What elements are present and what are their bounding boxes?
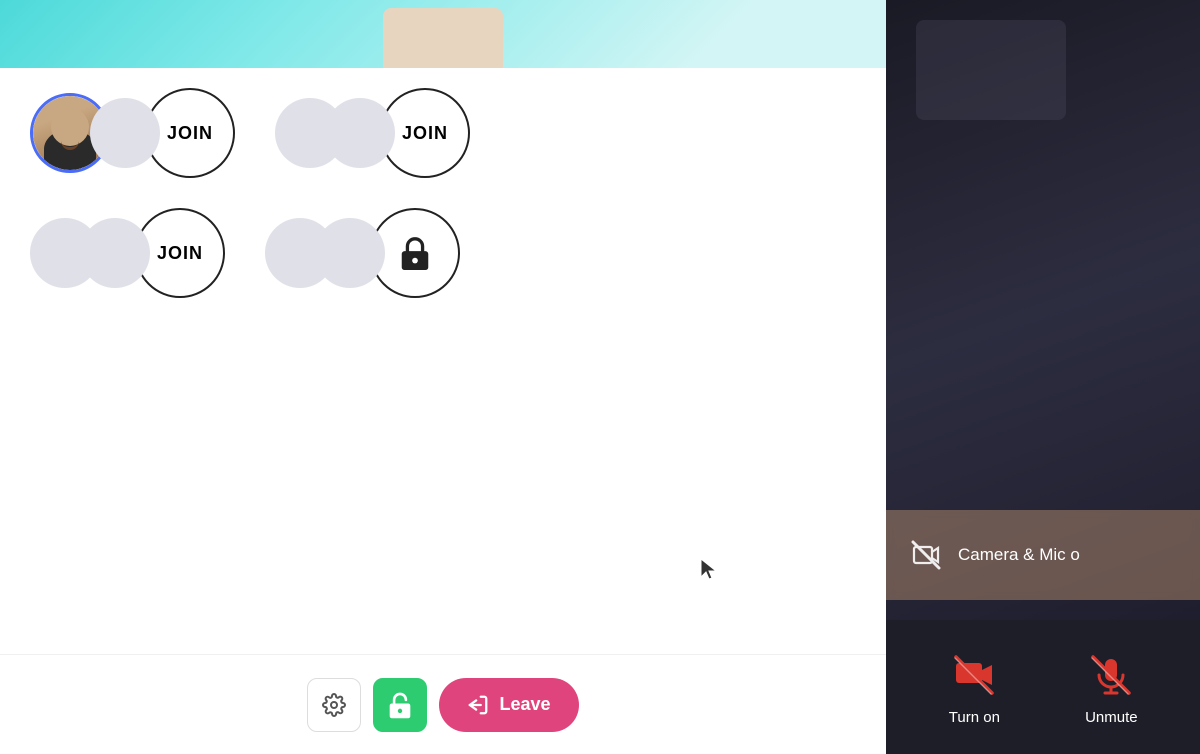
camera-preview-area: Camera & Mic o — [886, 0, 1200, 620]
cam-mic-text: Camera & Mic o — [958, 545, 1080, 565]
left-panel: JOIN JOIN JOIN — [0, 0, 886, 754]
settings-button[interactable] — [307, 678, 361, 732]
room-group-1-2: JOIN — [275, 88, 470, 178]
room-group-1-1: JOIN — [30, 88, 235, 178]
participant-avatar-5 — [80, 218, 150, 288]
camera-icon-container — [948, 649, 1000, 701]
unlock-button[interactable] — [373, 678, 427, 732]
rooms-area: JOIN JOIN JOIN — [0, 68, 886, 654]
gear-icon — [322, 693, 346, 717]
camera-mic-icon — [906, 535, 946, 575]
leave-label: Leave — [499, 694, 550, 715]
leave-button[interactable]: Leave — [439, 678, 578, 732]
turn-on-label: Turn on — [949, 709, 1000, 726]
leave-icon — [467, 694, 489, 716]
participant-avatar-1 — [90, 98, 160, 168]
turn-on-item[interactable]: Turn on — [948, 649, 1000, 726]
unmute-item[interactable]: Unmute — [1085, 649, 1138, 726]
bottom-toolbar: Leave — [0, 654, 886, 754]
camera-slash-icon — [952, 653, 996, 697]
mic-icon-container — [1085, 649, 1137, 701]
unmute-label: Unmute — [1085, 709, 1138, 726]
rooms-row-1: JOIN JOIN — [30, 88, 856, 178]
top-image-area — [0, 0, 886, 68]
participant-avatar-7 — [315, 218, 385, 288]
participant-avatar-3 — [325, 98, 395, 168]
lock-icon — [399, 235, 431, 271]
mic-slash-icon — [1089, 653, 1133, 697]
rooms-row-2: JOIN — [30, 208, 856, 298]
room-group-2-1: JOIN — [30, 208, 225, 298]
right-panel: Camera & Mic o Turn on — [886, 0, 1200, 754]
room-group-2-2 — [265, 208, 460, 298]
cam-mic-overlay: Camera & Mic o — [886, 510, 1200, 600]
unlock-icon — [387, 691, 413, 719]
right-bottom-bar: Turn on Unmute — [886, 620, 1200, 754]
